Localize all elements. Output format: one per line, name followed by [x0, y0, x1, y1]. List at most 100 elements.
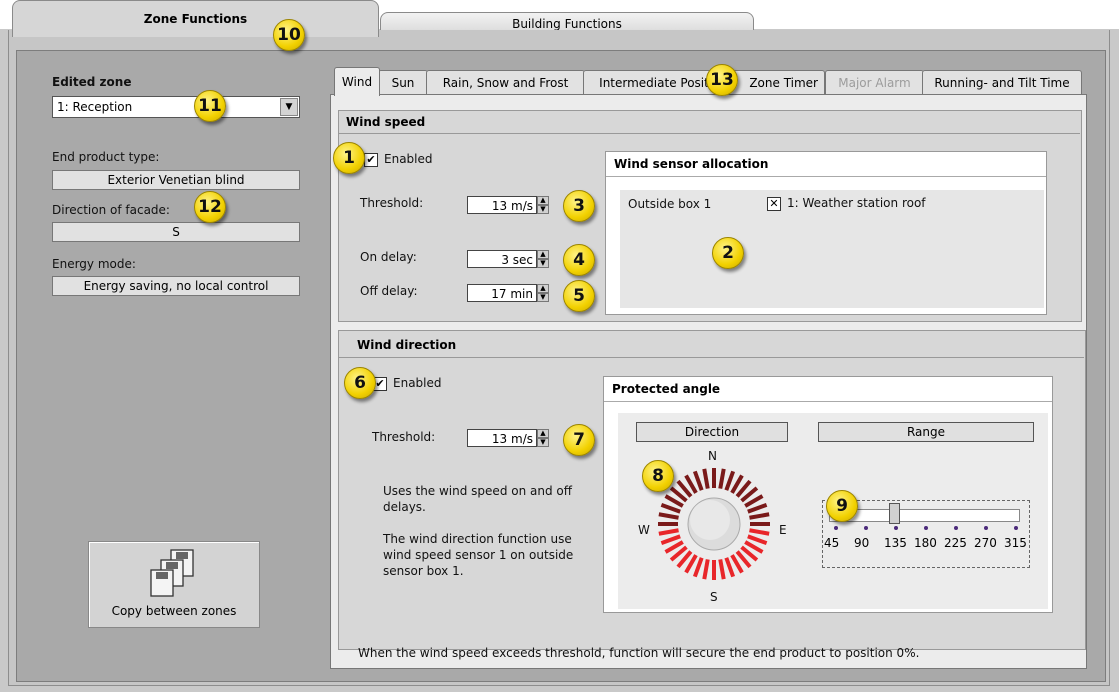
compass-tick: [724, 470, 736, 491]
range-slider-thumb[interactable]: [889, 503, 900, 524]
range-tick-label: 270: [974, 536, 997, 550]
direction-header[interactable]: Direction: [636, 422, 788, 442]
wind-speed-threshold-value[interactable]: 13 m/s: [467, 196, 537, 214]
range-tick-dot: [924, 526, 928, 530]
compass-tick: [702, 468, 710, 489]
compass-tick: [702, 559, 710, 580]
range-tick-dot: [954, 526, 958, 530]
spin-down-icon[interactable]: ▼: [537, 293, 549, 302]
range-tick-dot: [894, 526, 898, 530]
wind-direction-threshold-stepper[interactable]: 13 m/s ▲ ▼: [467, 429, 549, 447]
edited-zone-select[interactable]: 1: Reception ▼: [52, 96, 300, 118]
spin-down-icon[interactable]: ▼: [537, 259, 549, 268]
sensor-checkbox[interactable]: ✕: [767, 197, 781, 211]
range-tick-dot: [864, 526, 868, 530]
range-tick-label: 135: [884, 536, 907, 550]
facade-label: Direction of facade:: [52, 203, 170, 217]
wind-speed-enabled-checkbox[interactable]: ✔: [364, 153, 378, 167]
wind-direction-threshold-label: Threshold:: [372, 430, 436, 444]
compass-tick: [660, 534, 681, 546]
compass-w-label: W: [638, 523, 650, 537]
chevron-down-icon[interactable]: ▼: [280, 98, 298, 116]
wind-direction-title: Wind direction: [357, 338, 457, 352]
spin-down-icon[interactable]: ▼: [537, 205, 549, 214]
footer-note: When the wind speed exceeds threshold, f…: [358, 646, 920, 660]
subtab-major-alarm: Major Alarm: [825, 70, 924, 95]
compass-n-label: N: [708, 449, 717, 463]
spin-up-icon[interactable]: ▲: [537, 284, 549, 293]
compass-tick: [749, 528, 770, 536]
wind-speed-title: Wind speed: [346, 115, 426, 129]
energy-mode-value: Energy saving, no local control: [52, 276, 300, 296]
compass-tick: [658, 528, 679, 536]
range-tick-label: 225: [944, 536, 967, 550]
range-slider-track[interactable]: [829, 509, 1020, 522]
compass-tick: [747, 502, 768, 514]
callout-badge-6: 6: [344, 367, 376, 399]
outside-box-label: Outside box 1: [628, 197, 712, 211]
range-tick-dot: [984, 526, 988, 530]
subtab-rain-snow-frost[interactable]: Rain, Snow and Frost: [426, 70, 585, 95]
subtab-sun[interactable]: Sun: [378, 70, 428, 95]
spin-down-icon[interactable]: ▼: [537, 438, 549, 447]
wind-direction-threshold-value[interactable]: 13 m/s: [467, 429, 537, 447]
compass-tick: [724, 557, 736, 578]
protected-angle-title: Protected angle: [604, 377, 1052, 402]
range-tick-label: 90: [854, 536, 870, 550]
end-product-label: End product type:: [52, 150, 160, 164]
copy-between-zones-button[interactable]: Copy between zones: [88, 541, 260, 628]
compass-tick: [692, 470, 704, 491]
callout-badge-12: 12: [194, 191, 226, 223]
wind-direction-note-sensor: The wind direction function use wind spe…: [383, 532, 574, 578]
off-delay-value[interactable]: 17 min: [467, 284, 537, 302]
on-delay-value[interactable]: 3 sec: [467, 250, 537, 268]
tab-building-functions-label: Building Functions: [512, 17, 622, 31]
wind-speed-enabled-label: Enabled: [384, 152, 433, 166]
range-tick-label: 180: [914, 536, 937, 550]
compass-e-label: E: [779, 523, 787, 537]
off-delay-stepper[interactable]: 17 min ▲ ▼: [467, 284, 549, 302]
wind-speed-threshold-label: Threshold:: [360, 196, 424, 210]
range-tick-labels: 45 90 135 180 225 270 315: [824, 526, 1032, 562]
range-tick-label: 45: [824, 536, 840, 550]
subtab-running-tilt-time[interactable]: Running- and Tilt Time: [922, 70, 1082, 95]
range-header[interactable]: Range: [818, 422, 1034, 442]
sensor-label: 1: Weather station roof: [787, 196, 926, 210]
subtab-intermediate-position[interactable]: Intermediate Posit: [583, 70, 725, 95]
compass-tick: [749, 512, 770, 520]
compass-tick: [718, 468, 726, 489]
callout-badge-1: 1: [333, 142, 365, 174]
callout-badge-2: 2: [712, 237, 744, 269]
wind-direction-note-delays: Uses the wind speed on and off delays.: [383, 484, 573, 514]
on-delay-stepper[interactable]: 3 sec ▲ ▼: [467, 250, 549, 268]
wind-sensor-allocation-panel: Wind sensor allocation Outside box 1 ✕ 1…: [605, 151, 1047, 315]
edited-zone-label: Edited zone: [52, 75, 132, 89]
energy-mode-label: Energy mode:: [52, 257, 136, 271]
end-product-value: Exterior Venetian blind: [52, 170, 300, 190]
callout-badge-13: 13: [706, 64, 738, 96]
compass-s-label: S: [710, 590, 718, 604]
compass-tick: [692, 557, 704, 578]
wind-direction-enabled-label: Enabled: [393, 376, 442, 390]
range-tick-dot: [1014, 526, 1018, 530]
wind-sensor-allocation-title: Wind sensor allocation: [606, 152, 1046, 177]
tab-zone-functions[interactable]: Zone Functions: [12, 0, 379, 37]
wind-speed-divider: [338, 133, 1080, 134]
wind-speed-threshold-stepper[interactable]: 13 m/s ▲ ▼: [467, 196, 549, 214]
range-tick-label: 315: [1004, 536, 1027, 550]
on-delay-label: On delay:: [360, 250, 417, 264]
spin-up-icon[interactable]: ▲: [537, 250, 549, 259]
compass-tick: [658, 512, 679, 520]
spin-up-icon[interactable]: ▲: [537, 429, 549, 438]
callout-badge-8: 8: [642, 460, 674, 492]
subtab-zone-timer[interactable]: Zone Timer: [723, 70, 825, 94]
subtab-wind[interactable]: Wind: [334, 67, 380, 96]
range-tick-dot: [834, 526, 838, 530]
spin-up-icon[interactable]: ▲: [537, 196, 549, 205]
callout-badge-10: 10: [273, 19, 305, 51]
copy-between-zones-label: Copy between zones: [111, 604, 237, 618]
facade-value: S: [52, 222, 300, 242]
sensor-list: Outside box 1 ✕ 1: Weather station roof: [620, 190, 1044, 308]
compass-tick: [747, 534, 768, 546]
edited-zone-value: 1: Reception: [57, 100, 133, 114]
